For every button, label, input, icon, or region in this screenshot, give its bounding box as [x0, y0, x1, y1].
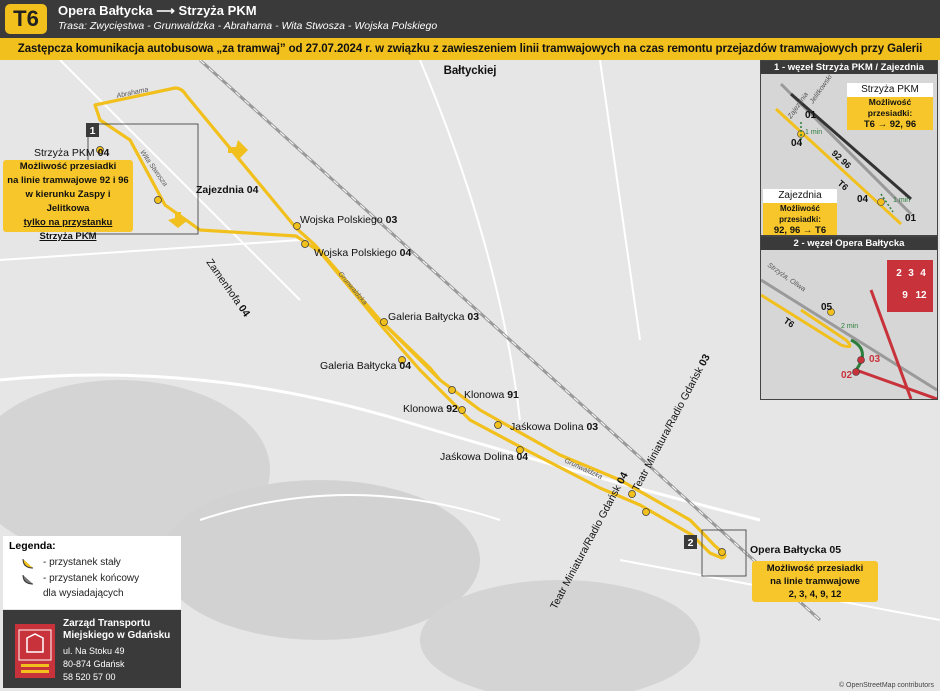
label-galeria-04: Galeria Bałtycka 04 [320, 360, 411, 372]
legend-row-1: - przystanek stały [43, 557, 121, 568]
stop-marker-teatr-03[interactable] [628, 490, 636, 498]
stop-marker-wojska-04[interactable] [301, 240, 309, 248]
page-title: Opera Bałtycka ⟶ Strzyża PKM [58, 3, 257, 18]
inset-2-n02: 02 [841, 370, 853, 381]
label-zajezdnia: Zajezdnia 04 [196, 184, 259, 196]
ztm-crest-icon [18, 629, 52, 673]
inset-2-tram-d: 9 [902, 290, 908, 301]
inset-2-tram-c: 4 [920, 268, 926, 279]
ztm-name-line2: Miejskiego w Gdańsku [63, 630, 171, 641]
transfer-box-left: Możliwość przesiadki na linie tramwajowe… [3, 160, 133, 242]
route-description: Trasa: Zwycięstwa - Grunwaldzka - Abraha… [58, 20, 438, 32]
inset-2-tram-b: 3 [908, 268, 914, 279]
inset-map-2[interactable]: 2 - węzeł Opera Bałtycka 2 3 4 9 12 Strz… [760, 236, 938, 400]
transfer-left-line2: na linie tramwajowe 92 i 96 [7, 175, 129, 186]
map-credit: © OpenStreetMap contributors [838, 682, 934, 689]
transfer-left-line4: tylko na przystanku [23, 217, 113, 228]
stop-marker-klonowa-91[interactable] [448, 386, 456, 394]
label-jaskowa-04: Jaśkowa Dolina 04 [440, 451, 528, 463]
inset-1-s2: Zajezdnia [778, 190, 822, 201]
inset-2-drawing: 2 3 4 9 12 Strzyża, Oliwa T6 05 2 min 03… [761, 250, 937, 399]
inset-1-title: 1 - węzeł Strzyża PKM / Zajezdnia [761, 61, 937, 74]
stop-fixed-icon [22, 558, 34, 569]
notice-banner: Zastępcza komunikacja autobusowa „za tra… [0, 38, 940, 77]
ztm-info: Zarząd Transportu Miejskiego w Gdańsku u… [3, 610, 181, 688]
stop-marker-opera[interactable] [718, 548, 726, 556]
label-strzyza: Strzyża PKM 04 [34, 147, 109, 159]
stop-marker-teatr-04[interactable] [642, 508, 650, 516]
marker-1: 1 [90, 125, 96, 137]
stop-marker-jaskowa-03[interactable] [494, 421, 502, 429]
inset-1-s1: Strzyża PKM [861, 84, 919, 95]
legend: Legenda: - przystanek stały - przystanek… [3, 536, 181, 609]
inset-1-s1-transfer-b: T6 → 92, 96 [863, 119, 917, 130]
inset-1-s2-transfer-a: Możliwość przesiadki: [779, 204, 821, 224]
inset-2-title: 2 - węzeł Opera Bałtycka [761, 237, 937, 250]
transfer-box-opera: Możliwość przesiadki na linie tramwajowe… [752, 561, 878, 602]
inset-1-s2-transfer-b: 92, 96 → T6 [773, 225, 827, 236]
inset-2-walk: 2 min [841, 323, 858, 330]
header-bar: T6 Opera Bałtycka ⟶ Strzyża PKM Trasa: Z… [0, 0, 940, 38]
inset-1-n01a: 01 [805, 110, 817, 121]
stop-marker-zajezdnia[interactable] [154, 196, 162, 204]
label-klonowa-91: Klonowa 91 [464, 389, 519, 401]
stop-marker-galeria-03[interactable] [380, 318, 388, 326]
ztm-name: Zarząd Transportu Miejskiego w Gdańsku [63, 618, 170, 642]
inset-1-s2-transfer: Możliwość przesiadki: 92, 96 → T6 [763, 203, 837, 236]
ztm-address-2: 80-874 Gdańsk [63, 659, 125, 669]
label-klonowa-92: Klonowa 92 [403, 403, 458, 415]
marker-2: 2 [688, 537, 694, 549]
transfer-left-line1: Możliwość przesiadki [19, 161, 117, 172]
inset-1-s1-transfer: Możliwość przesiadki: T6 → 92, 96 [847, 97, 933, 130]
ztm-phone: 58 520 57 00 [63, 672, 116, 682]
line-badge: T6 [5, 4, 47, 34]
inset-2-tram-e: 12 [915, 290, 927, 301]
label-wojska-03: Wojska Polskiego 03 [300, 214, 397, 226]
label-wojska-04: Wojska Polskiego 04 [314, 247, 411, 259]
inset-2-n03: 03 [869, 354, 881, 365]
inset-1-zajezdnia-box: Zajezdnia Możliwość przesiadki: 92, 96 →… [763, 189, 837, 236]
inset-2-tram-a: 2 [896, 268, 902, 279]
ztm-logo [15, 624, 55, 678]
legend-row-3: dla wysiadających [43, 588, 124, 599]
inset-1-n04a: 04 [791, 138, 803, 149]
inset-1-strzyza-box: Strzyża PKM Możliwość przesiadki: T6 → 9… [847, 83, 933, 130]
inset-1-walk1: 1 min [805, 129, 822, 136]
legend-title: Legenda: [9, 540, 56, 552]
ztm-name-line1: Zarząd Transportu [63, 618, 151, 629]
label-opera: Opera Bałtycka 05 [750, 544, 841, 556]
inset-1-n01b: 01 [905, 213, 917, 224]
transfer-opera-line2: na linie tramwajowe [770, 576, 860, 587]
transfer-opera-line3: 2, 3, 4, 9, 12 [788, 589, 842, 600]
inset-1-n04b: 04 [857, 194, 869, 205]
inset-1-walk2: 1 min [893, 197, 910, 204]
label-galeria-03: Galeria Bałtycka 03 [388, 311, 479, 323]
stop-terminal-icon [22, 574, 34, 585]
legend-row-2: - przystanek końcowy [43, 573, 140, 584]
inset-1-s1-transfer-a: Możliwość przesiadki: [867, 97, 913, 118]
ztm-address-1: ul. Na Stoku 49 [63, 646, 125, 656]
transfer-opera-line1: Możliwość przesiadki [766, 563, 864, 574]
inset-2-n05: 05 [821, 302, 833, 313]
label-jaskowa-03: Jaśkowa Dolina 03 [510, 421, 598, 433]
stop-marker-klonowa-92[interactable] [458, 406, 466, 414]
inset-map-1[interactable]: 1 - węzeł Strzyża PKM / Zajezdnia Jelitk… [760, 60, 938, 236]
transfer-left-line5: Strzyża PKM [39, 231, 97, 242]
transfer-left-line3: w kierunku Zaspy i Jelitkowa [25, 189, 111, 214]
